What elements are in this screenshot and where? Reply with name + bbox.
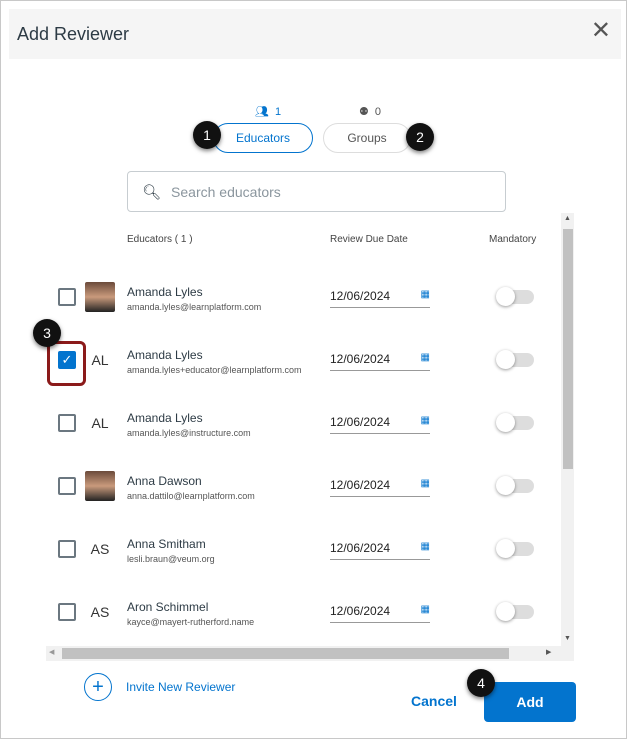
callout-3: 3 (33, 319, 61, 347)
educator-list: Amanda Lyles amanda.lyles@learnplatform.… (46, 213, 559, 646)
educator-name: Aron Schimmel (127, 600, 209, 614)
due-date-input[interactable]: 12/06/2024 ▦ (330, 289, 430, 308)
dialog-title: Add Reviewer (17, 23, 130, 44)
calendar-icon[interactable]: ▦ (421, 604, 430, 618)
callout-3-highlight (47, 341, 86, 386)
calendar-icon[interactable]: ▦ (421, 352, 430, 366)
mandatory-toggle[interactable] (496, 539, 534, 558)
row-checkbox[interactable] (58, 477, 76, 495)
mandatory-toggle[interactable] (496, 476, 534, 495)
due-date-input[interactable]: 12/06/2024 ▦ (330, 604, 430, 623)
add-reviewer-dialog: Add Reviewer ✕ 👥︎ 1 ⚉ 0 Educators Groups 1… (0, 0, 627, 739)
people-icon: 👥︎ (255, 106, 269, 118)
due-date-input[interactable]: 12/06/2024 ▦ (330, 415, 430, 434)
group-icon: ⚉ (359, 106, 369, 118)
educator-name: Amanda Lyles (127, 285, 203, 299)
horizontal-scroll-thumb[interactable] (62, 648, 509, 659)
plus-circle-icon: + (84, 673, 112, 701)
tab-groups[interactable]: Groups (323, 123, 411, 153)
due-date-input[interactable]: 12/06/2024 ▦ (330, 352, 430, 371)
mandatory-toggle[interactable] (496, 602, 534, 621)
table-row: Amanda Lyles amanda.lyles@learnplatform.… (46, 282, 559, 360)
table-row: ✓ AL Amanda Lyles amanda.lyles+educator@… (46, 348, 559, 423)
vertical-scrollbar[interactable]: ▲ ▼ (561, 213, 574, 646)
educator-email: anna.dattilo@learnplatform.com (127, 491, 255, 501)
close-icon[interactable]: ✕ (591, 19, 611, 43)
calendar-icon[interactable]: ▦ (421, 478, 430, 492)
invite-new-reviewer-link[interactable]: + Invite New Reviewer (84, 673, 235, 701)
calendar-icon[interactable]: ▦ (421, 289, 430, 303)
educator-email: amanda.lyles@instructure.com (127, 428, 251, 438)
educator-email: amanda.lyles+educator@learnplatform.com (127, 365, 302, 375)
row-checkbox[interactable] (58, 540, 76, 558)
table-row: AL Amanda Lyles amanda.lyles@instructure… (46, 411, 559, 486)
callout-2: 2 (406, 123, 434, 151)
callout-4: 4 (467, 669, 495, 697)
add-button[interactable]: Add (484, 682, 576, 722)
educator-email: amanda.lyles@learnplatform.com (127, 302, 262, 312)
due-date-input[interactable]: 12/06/2024 ▦ (330, 541, 430, 560)
table-row: Anna Dawson anna.dattilo@learnplatform.c… (46, 471, 559, 549)
search-icon: 🔍︎ (142, 183, 162, 201)
avatar: AS (90, 604, 110, 620)
callout-1: 1 (193, 121, 221, 149)
row-checkbox[interactable] (58, 603, 76, 621)
avatar (85, 282, 115, 312)
educator-name: Anna Dawson (127, 474, 202, 488)
tab-educators[interactable]: Educators (213, 123, 313, 153)
educator-email: kayce@mayert-rutherford.name (127, 617, 255, 627)
avatar: AL (91, 352, 109, 368)
mandatory-toggle[interactable] (496, 413, 534, 432)
groups-count: ⚉ 0 (359, 105, 381, 119)
dialog-header: Add Reviewer ✕ (9, 9, 621, 59)
avatar (85, 471, 115, 501)
horizontal-scrollbar[interactable]: ◀ ▶ (46, 646, 574, 661)
due-date-input[interactable]: 12/06/2024 ▦ (330, 478, 430, 497)
mandatory-toggle[interactable] (496, 287, 534, 306)
search-input[interactable]: 🔍︎ Search educators (127, 171, 506, 212)
educator-name: Amanda Lyles (127, 411, 203, 425)
mandatory-toggle[interactable] (496, 350, 534, 369)
avatar: AL (91, 415, 109, 431)
educator-email: lesli.braun@veum.org (127, 554, 215, 564)
table-row: AS Aron Schimmel kayce@mayert-rutherford… (46, 600, 559, 646)
educator-name: Anna Smitham (127, 537, 206, 551)
calendar-icon[interactable]: ▦ (421, 541, 430, 555)
avatar: AS (90, 541, 110, 557)
table-row: AS Anna Smitham lesli.braun@veum.org 12/… (46, 537, 559, 612)
row-checkbox[interactable] (58, 288, 76, 306)
educators-count: 👥︎ 1 (255, 105, 282, 119)
cancel-button[interactable]: Cancel (411, 693, 457, 709)
educator-name: Amanda Lyles (127, 348, 203, 362)
calendar-icon[interactable]: ▦ (421, 415, 430, 429)
row-checkbox[interactable] (58, 414, 76, 432)
vertical-scroll-thumb[interactable] (563, 229, 573, 469)
